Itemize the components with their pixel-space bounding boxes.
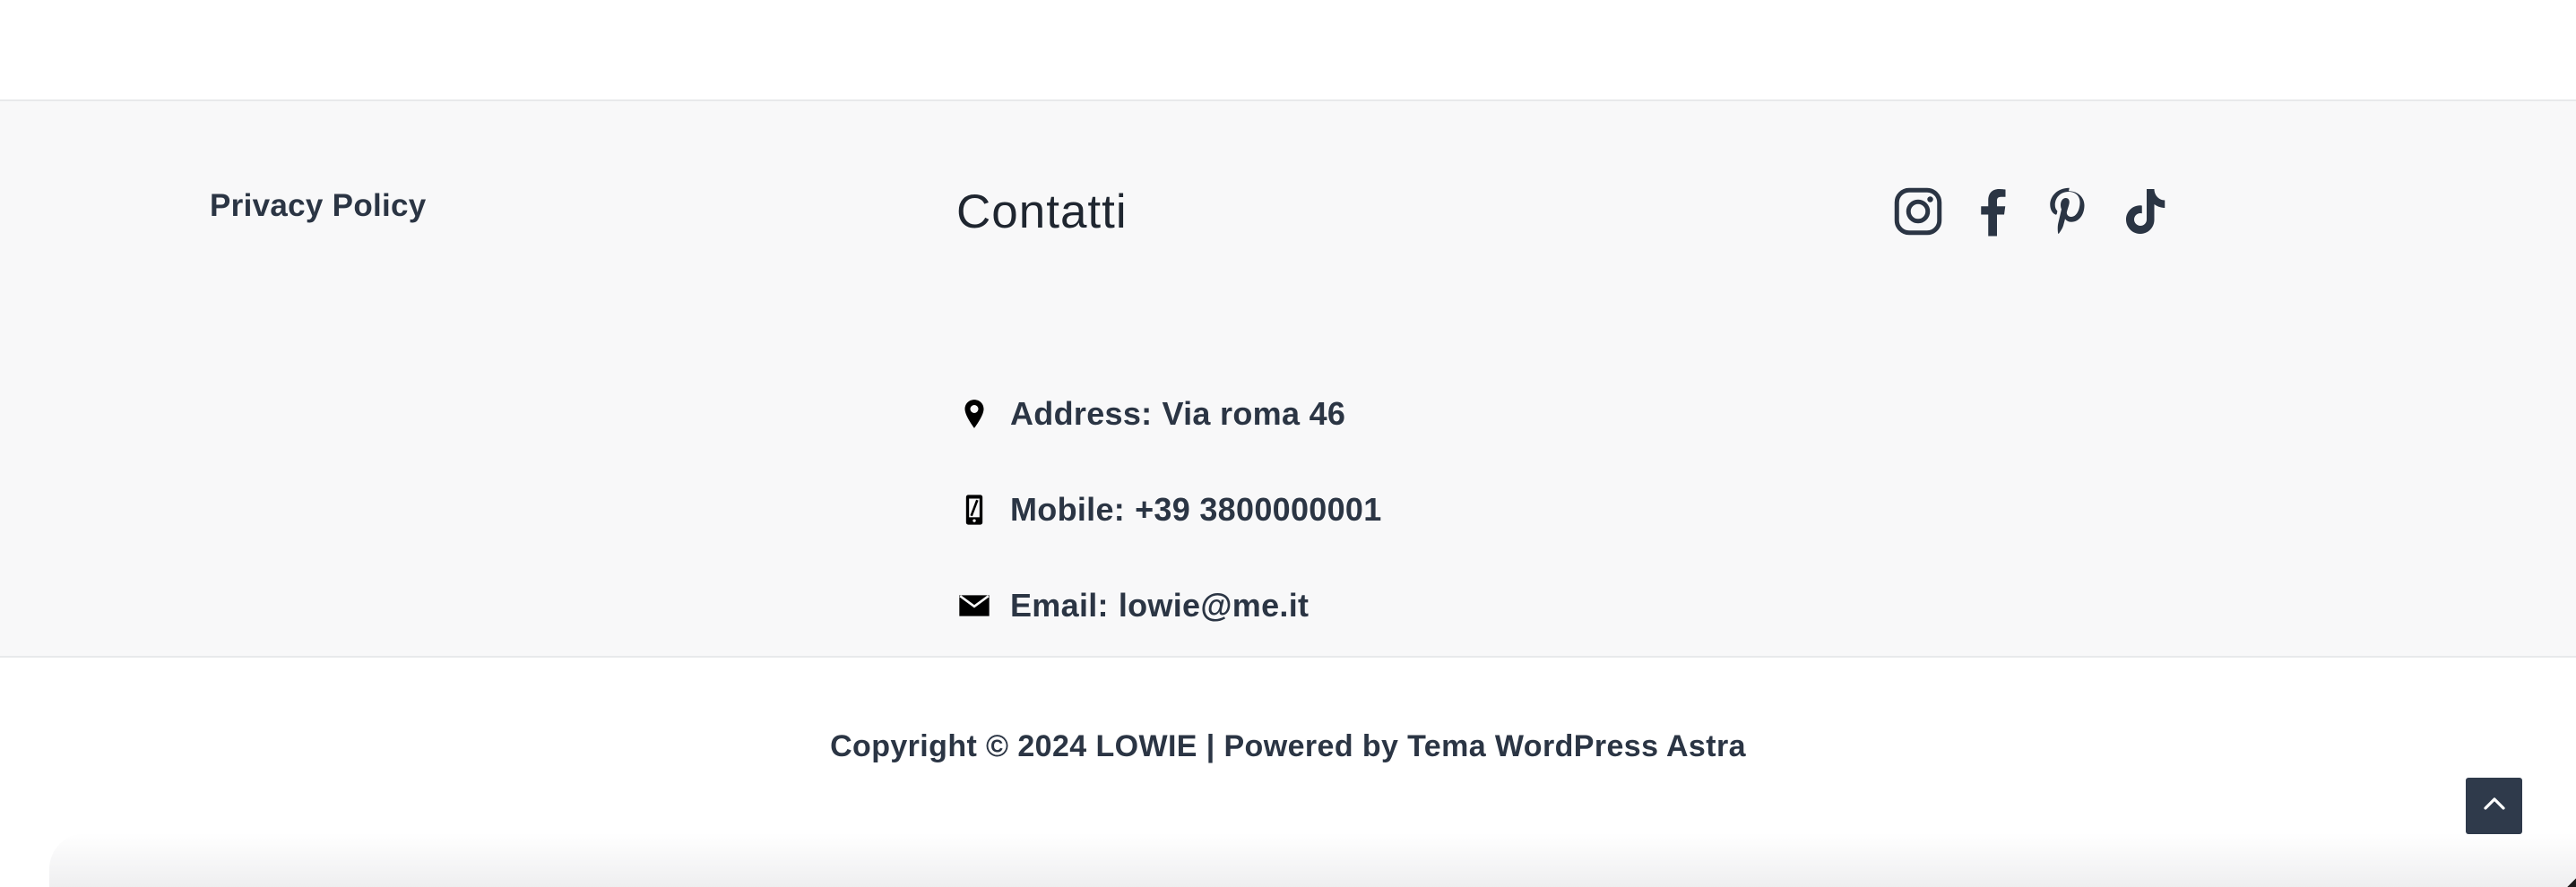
facebook-icon[interactable] xyxy=(1965,183,2022,240)
email-label: Email: xyxy=(1010,587,1109,624)
contact-heading: Contatti xyxy=(956,185,1128,238)
contact-email: Email: lowie@me.it xyxy=(956,583,1309,628)
envelope-icon xyxy=(956,588,992,624)
mobile-label: Mobile: xyxy=(1010,491,1126,528)
page-content-bottom xyxy=(0,0,2576,99)
email-value: lowie@me.it xyxy=(1118,587,1310,624)
map-pin-icon xyxy=(956,396,992,432)
copyright-text: Copyright © 2024 LOWIE | Powered by Tema… xyxy=(830,729,1746,763)
contact-mobile: Mobile: +39 3800000001 xyxy=(956,487,1382,532)
address-label: Address: xyxy=(1010,395,1153,432)
privacy-policy-link[interactable]: Privacy Policy xyxy=(210,188,427,224)
footer-bottom-bar: Copyright © 2024 LOWIE | Powered by Tema… xyxy=(0,658,2576,887)
tiktok-icon[interactable] xyxy=(2115,183,2173,240)
address-value: Via roma 46 xyxy=(1162,395,1346,432)
pinterest-icon[interactable] xyxy=(2040,183,2097,240)
mobile-phone-icon xyxy=(956,492,992,528)
corner-mark xyxy=(2567,878,2576,887)
footer-widgets: Privacy Policy Contatti Address: Via rom… xyxy=(0,99,2576,658)
instagram-icon[interactable] xyxy=(1889,183,1947,240)
contact-address: Address: Via roma 46 xyxy=(956,392,1345,436)
bottom-shadow xyxy=(49,833,2576,887)
chevron-up-icon xyxy=(2481,790,2508,822)
scroll-to-top-button[interactable] xyxy=(2466,778,2522,834)
mobile-value: +39 3800000001 xyxy=(1135,491,1382,528)
